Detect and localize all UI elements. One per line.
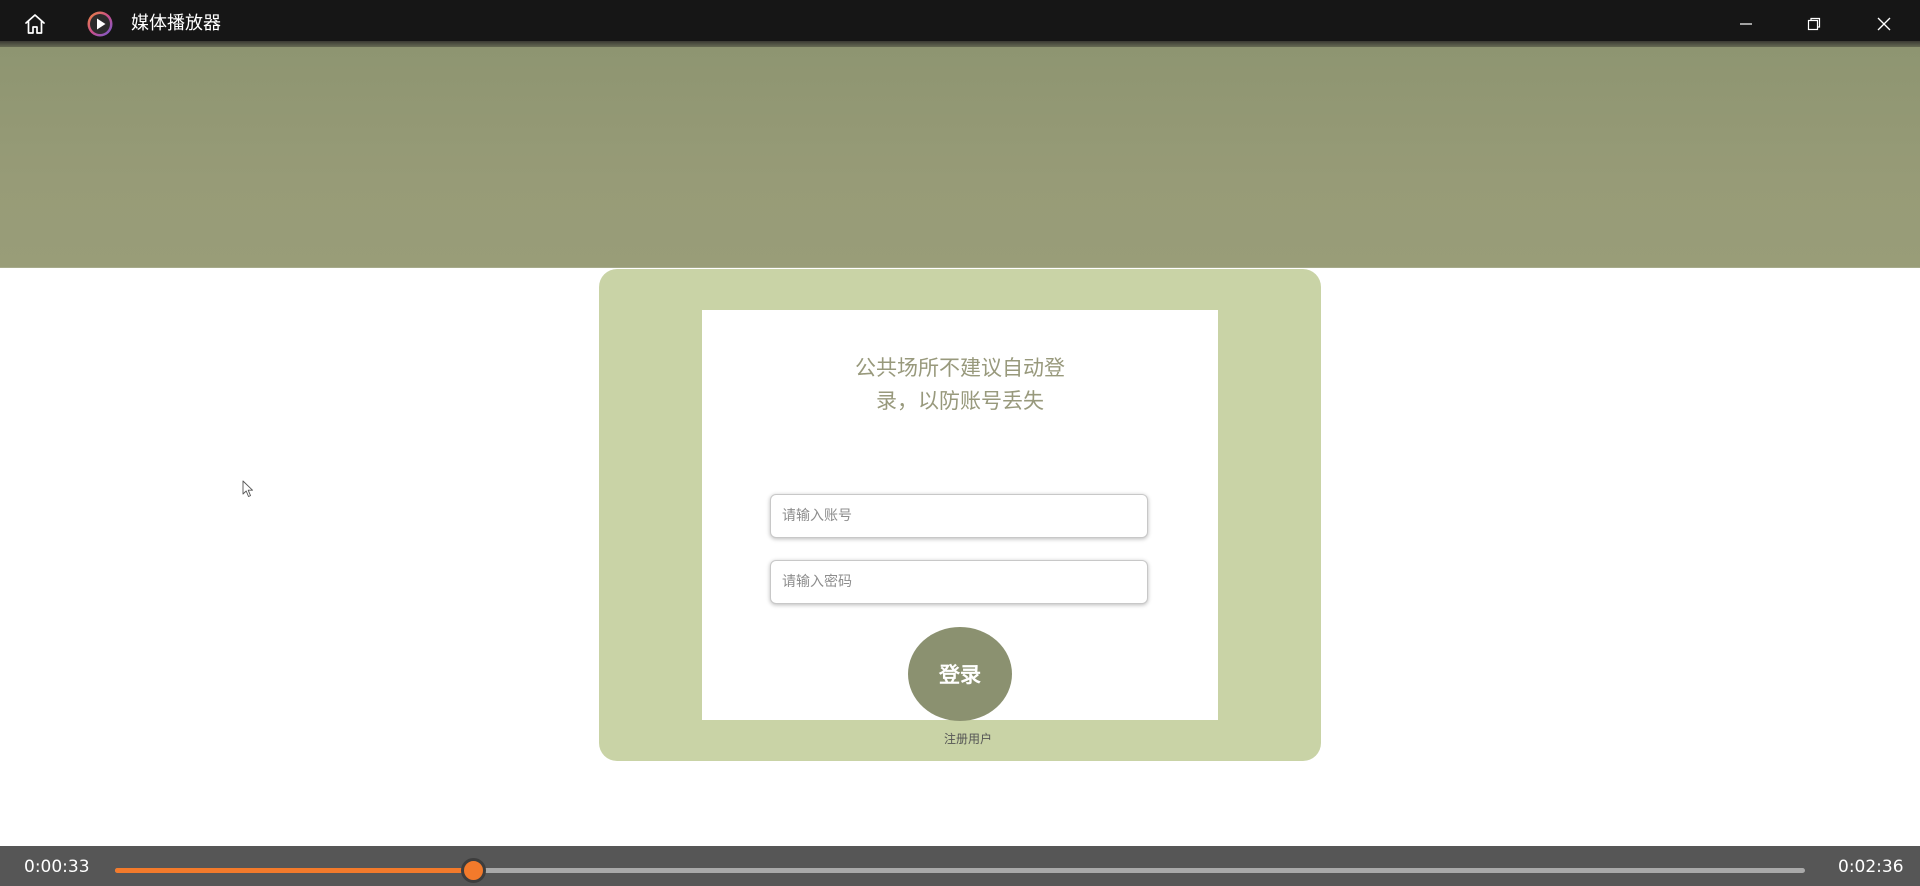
playback-controls: 0:00:33 0:02:36 (0, 846, 1920, 886)
login-button[interactable]: 登录 (908, 627, 1012, 721)
video-frame[interactable]: 公共场所不建议自动登 录，以防账号丢失 登录 注册用户 (0, 47, 1920, 846)
current-time: 0:00:33 (24, 857, 90, 877)
minimize-button[interactable] (1712, 0, 1780, 47)
login-hint-line-2: 录，以防账号丢失 (876, 389, 1044, 413)
video-banner (0, 47, 1920, 268)
account-input[interactable] (770, 494, 1148, 538)
minimize-icon (1740, 22, 1752, 25)
media-player-icon (87, 11, 113, 37)
password-input[interactable] (770, 560, 1148, 604)
seek-progress (115, 868, 474, 873)
register-link[interactable]: 注册用户 (702, 730, 1234, 747)
window-title: 媒体播放器 (131, 13, 221, 34)
close-icon (1877, 17, 1891, 30)
mouse-cursor-icon (242, 480, 253, 497)
home-button[interactable] (18, 9, 52, 39)
home-icon (25, 14, 45, 34)
login-hint-line-1: 公共场所不建议自动登 (855, 356, 1065, 380)
seek-bar[interactable] (115, 858, 1805, 883)
login-hint: 公共场所不建议自动登 录，以防账号丢失 (702, 352, 1218, 418)
restore-button[interactable] (1780, 0, 1848, 47)
close-button[interactable] (1850, 0, 1918, 47)
total-time: 0:02:36 (1838, 857, 1904, 877)
login-form: 公共场所不建议自动登 录，以防账号丢失 登录 注册用户 (702, 310, 1218, 746)
seek-handle[interactable] (461, 858, 487, 883)
title-bar: 媒体播放器 (0, 0, 1920, 47)
media-player-window: 媒体播放器 公共场所不建议自动登 录，以防账号丢失 请输入账号 登录 注册用户 … (0, 0, 1920, 886)
restore-icon (1807, 17, 1821, 30)
